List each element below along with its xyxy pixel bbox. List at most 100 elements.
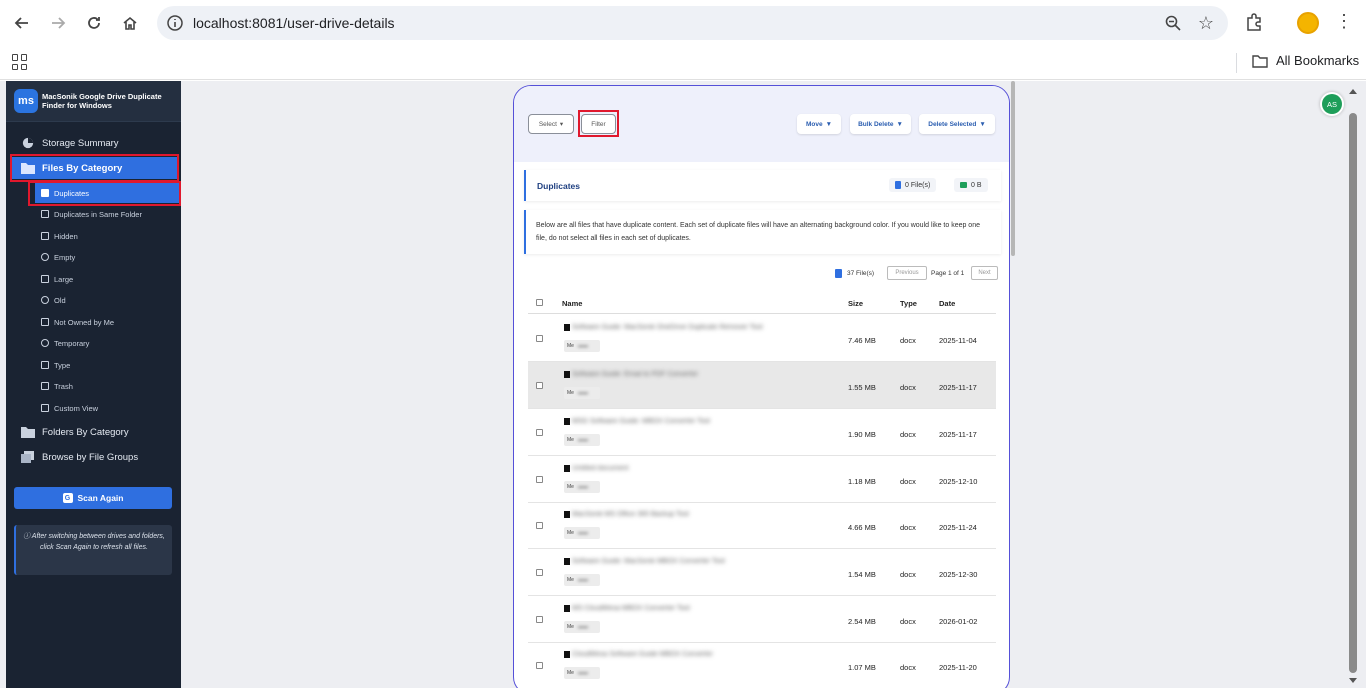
row-checkbox[interactable] xyxy=(536,616,543,623)
files-count-badge: 0 File(s) xyxy=(889,178,937,192)
back-arrow-icon[interactable] xyxy=(11,12,33,34)
all-bookmarks[interactable]: All Bookmarks xyxy=(1252,53,1359,68)
file-date: 2025-11-20 xyxy=(939,663,977,672)
user-initials: AS xyxy=(1322,94,1342,114)
sidebar-sub-empty[interactable]: Empty xyxy=(35,247,180,267)
table-row[interactable]: Software Guide: MacSonik MBOX Converter … xyxy=(528,549,996,596)
sidebar-sub-custom-view[interactable]: Custom View xyxy=(35,398,180,418)
file-name[interactable]: Untitled document xyxy=(572,465,628,472)
sidebar-sub-temporary[interactable]: Temporary xyxy=(35,333,180,353)
table-row[interactable]: MacSonik MS Office 365 Backup Tool Me ▬▬ … xyxy=(528,502,996,549)
file-name[interactable]: Software Guide: Email to PDF Converter xyxy=(572,371,698,378)
select-all-checkbox[interactable] xyxy=(536,299,543,306)
scroll-down-arrow-icon[interactable] xyxy=(1349,678,1357,683)
owner-text: Me xyxy=(567,670,574,676)
file-name[interactable]: MS CloudMesa MBOX Converter Tool xyxy=(572,605,690,612)
header-type[interactable]: Type xyxy=(900,299,917,308)
file-date: 2025-11-04 xyxy=(939,336,977,345)
table-row[interactable]: Software Guide: MacSonik OneDrive Duplic… xyxy=(528,315,996,362)
bookmarks-bar: All Bookmarks xyxy=(0,46,1366,80)
file-name[interactable]: Software Guide: MacSonik OneDrive Duplic… xyxy=(572,324,763,331)
previous-page-button[interactable]: Previous xyxy=(887,266,927,280)
row-checkbox[interactable] xyxy=(536,522,543,529)
file-type: docx xyxy=(900,570,916,579)
list-icon xyxy=(41,210,49,218)
move-button[interactable]: Move ▼ xyxy=(797,114,841,134)
file-type: docx xyxy=(900,523,916,532)
panel-scrollbar[interactable] xyxy=(1011,81,1015,256)
row-checkbox[interactable] xyxy=(536,569,543,576)
sidebar-sub-trash[interactable]: Trash xyxy=(35,376,180,396)
apps-grid-icon[interactable] xyxy=(12,54,28,70)
more-menu-icon[interactable]: ⋮ xyxy=(1335,11,1353,32)
file-name[interactable]: MacSonik MS Office 365 Backup Tool xyxy=(572,511,689,518)
sidebar-sub-duplicates-same-folder[interactable]: Duplicates in Same Folder xyxy=(35,204,180,224)
row-checkbox[interactable] xyxy=(536,382,543,389)
table-row[interactable]: MSG Software Guide: MBOX Converter Tool … xyxy=(528,409,996,456)
size-text: 0 B xyxy=(971,181,982,189)
next-page-button[interactable]: Next xyxy=(971,266,998,280)
sidebar-sub-label: Type xyxy=(54,360,71,370)
owner-badge: Me ▬▬ xyxy=(564,527,600,539)
sidebar-sub-label: Temporary xyxy=(54,338,90,348)
sidebar: ms MacSonik Google Drive Duplicate Finde… xyxy=(6,81,181,688)
file-type: docx xyxy=(900,383,916,392)
forward-arrow-icon[interactable] xyxy=(47,12,69,34)
address-bar[interactable]: localhost:8081/user-drive-details ☆ xyxy=(157,6,1228,40)
sidebar-sub-hidden[interactable]: Hidden xyxy=(35,226,180,246)
caret-down-icon: ▾ xyxy=(559,121,564,128)
sidebar-sub-old[interactable]: Old xyxy=(35,290,180,310)
sidebar-brand: ms MacSonik Google Drive Duplicate Finde… xyxy=(6,81,181,122)
url-text[interactable]: localhost:8081/user-drive-details xyxy=(193,15,395,31)
user-avatar[interactable]: AS xyxy=(1320,92,1344,116)
refresh-note-text: After switching between drives and folde… xyxy=(31,533,165,551)
sidebar-sub-not-owned[interactable]: Not Owned by Me xyxy=(35,312,180,332)
sidebar-sub-type[interactable]: Type xyxy=(35,355,180,375)
reload-icon[interactable] xyxy=(83,12,105,34)
page-scrollbar[interactable] xyxy=(1346,81,1360,688)
file-icon xyxy=(835,268,842,278)
file-name[interactable]: MSG Software Guide: MBOX Converter Tool xyxy=(572,418,710,425)
file-type: docx xyxy=(900,336,916,345)
app-content: ms MacSonik Google Drive Duplicate Finde… xyxy=(0,81,1366,688)
table-row[interactable]: Software Guide: Email to PDF Converter M… xyxy=(528,362,996,409)
file-name[interactable]: CloudMesa Software Guide MBOX Converter xyxy=(572,651,713,658)
row-checkbox[interactable] xyxy=(536,429,543,436)
file-icon xyxy=(564,558,570,565)
database-icon xyxy=(41,275,49,283)
sidebar-item-folders-by-category[interactable]: Folders By Category xyxy=(12,421,177,443)
zoom-icon[interactable] xyxy=(1164,14,1182,32)
table-row[interactable]: MS CloudMesa MBOX Converter Tool Me ▬▬ 2.… xyxy=(528,596,996,643)
sidebar-item-storage-summary[interactable]: Storage Summary xyxy=(12,132,177,154)
sidebar-sub-large[interactable]: Large xyxy=(35,269,180,289)
circle-icon xyxy=(41,253,49,261)
file-name[interactable]: Software Guide: MacSonik MBOX Converter … xyxy=(572,558,725,565)
select-dropdown-button[interactable]: Select ▾ xyxy=(528,114,574,134)
trash-icon xyxy=(41,382,49,390)
scroll-up-arrow-icon[interactable] xyxy=(1349,89,1357,94)
files-count-text: 0 File(s) xyxy=(905,181,931,189)
site-info-icon[interactable] xyxy=(166,14,184,32)
profile-avatar[interactable] xyxy=(1297,12,1319,34)
sidebar-item-browse-file-groups[interactable]: Browse by File Groups xyxy=(12,446,177,468)
scroll-thumb[interactable] xyxy=(1349,113,1357,673)
extensions-icon[interactable] xyxy=(1244,12,1264,32)
duplicates-title: Duplicates xyxy=(537,181,580,191)
total-files: 37 File(s) xyxy=(835,266,874,280)
bulk-delete-button[interactable]: Bulk Delete ▼ xyxy=(850,114,911,134)
table-row[interactable]: CloudMesa Software Guide MBOX Converter … xyxy=(528,642,996,688)
header-size[interactable]: Size xyxy=(848,299,863,308)
bookmark-star-icon[interactable]: ☆ xyxy=(1198,13,1214,34)
home-icon[interactable] xyxy=(119,12,141,34)
row-checkbox[interactable] xyxy=(536,335,543,342)
header-date[interactable]: Date xyxy=(939,299,955,308)
row-checkbox[interactable] xyxy=(536,476,543,483)
file-date: 2025-11-17 xyxy=(939,383,977,392)
file-icon xyxy=(564,418,570,425)
all-bookmarks-label[interactable]: All Bookmarks xyxy=(1276,53,1359,68)
scan-again-button[interactable]: G Scan Again xyxy=(14,487,172,509)
table-row[interactable]: Untitled document Me ▬▬ 1.18 MB docx 2025… xyxy=(528,456,996,503)
header-name[interactable]: Name xyxy=(562,299,582,308)
row-checkbox[interactable] xyxy=(536,662,543,669)
delete-selected-button[interactable]: Delete Selected ▼ xyxy=(919,114,995,134)
